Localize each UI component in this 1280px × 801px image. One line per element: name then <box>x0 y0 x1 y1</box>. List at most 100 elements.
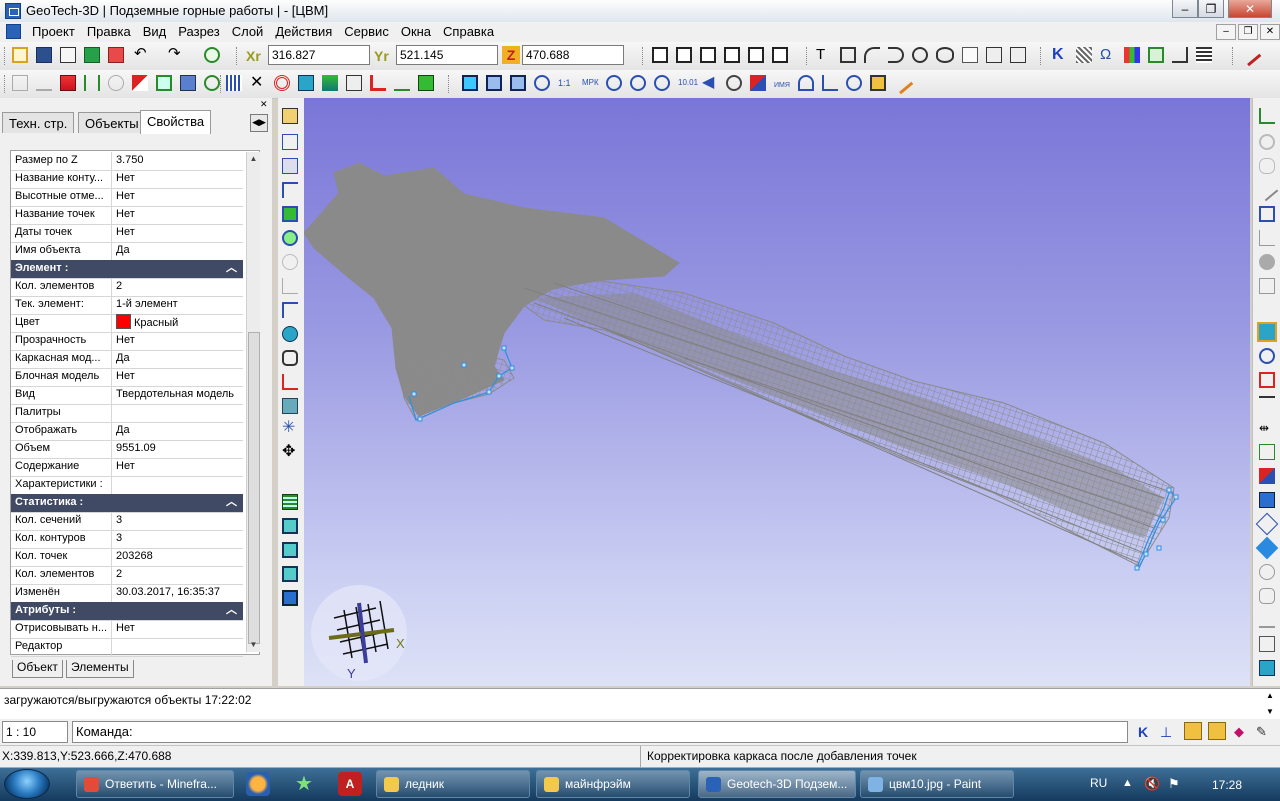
menu-item-0[interactable]: Проект <box>26 24 81 40</box>
taskbar-item[interactable]: Ответить - Minefra... <box>76 770 234 798</box>
property-value[interactable]: Нет <box>111 332 244 350</box>
distance-icon[interactable] <box>1259 396 1275 412</box>
close-button[interactable]: ✕ <box>1228 0 1272 18</box>
split-icon[interactable] <box>346 75 362 91</box>
log-scroll-down-icon[interactable]: ▼ <box>1266 707 1274 716</box>
property-row[interactable]: Отрисовывать н... Нет <box>11 620 243 639</box>
select-rect-icon[interactable] <box>12 75 28 91</box>
layer-icon[interactable] <box>84 47 100 63</box>
rotate-icon[interactable] <box>606 75 622 91</box>
points-icon[interactable] <box>534 75 550 91</box>
perpendicular-snap-icon[interactable]: ⊥ <box>1160 724 1172 741</box>
property-row[interactable]: Отображать Да <box>11 422 243 441</box>
property-value[interactable]: 2 <box>111 278 244 296</box>
property-row[interactable]: Имя объекта Да <box>11 242 243 261</box>
mdi-restore-button[interactable]: ❐ <box>1238 24 1258 40</box>
tab-properties[interactable]: Свойства <box>140 110 212 134</box>
log-scroll-up-icon[interactable]: ▲ <box>1266 691 1274 700</box>
profile-view-icon[interactable] <box>1259 636 1275 652</box>
shade-icon[interactable] <box>1259 254 1275 270</box>
view-cube-left-icon[interactable] <box>700 47 716 63</box>
sphere-wire-icon[interactable] <box>1259 348 1275 364</box>
cube-c-icon[interactable] <box>282 566 298 582</box>
property-group-header[interactable]: Атрибуты : ︿ <box>11 602 243 621</box>
view-cube-top-icon[interactable] <box>748 47 764 63</box>
solid-view-icon[interactable] <box>1257 322 1277 342</box>
circle-tool-icon[interactable] <box>912 47 928 63</box>
green-box-icon[interactable] <box>418 75 434 91</box>
command-input[interactable]: Команда: <box>72 721 1128 743</box>
property-row[interactable]: Содержание Нет <box>11 458 243 477</box>
x-coord-input[interactable]: 316.827 <box>268 45 370 65</box>
scale-field[interactable]: 1 : 10 <box>2 721 68 743</box>
start-button[interactable] <box>4 769 50 799</box>
split-color-icon[interactable] <box>1259 468 1275 484</box>
property-scrollbar[interactable]: ▲ ▼ <box>246 152 260 652</box>
blob-icon[interactable] <box>282 326 298 342</box>
select-active-icon[interactable] <box>462 75 478 91</box>
brush-icon[interactable] <box>890 71 914 95</box>
property-row[interactable]: Цвет Красный <box>11 314 243 333</box>
table-tool-icon[interactable] <box>1010 47 1026 63</box>
plane-icon[interactable] <box>1259 230 1275 246</box>
property-value[interactable]: Красный <box>111 314 244 332</box>
property-value[interactable]: 9551.09 <box>111 440 244 458</box>
cube-d-icon[interactable] <box>282 590 298 606</box>
property-value[interactable]: Нет <box>111 368 244 386</box>
export-icon[interactable] <box>1259 660 1275 676</box>
panel-toggle-icon[interactable]: ◀▶ <box>250 114 268 132</box>
cube-a-icon[interactable] <box>282 518 298 534</box>
cube-blue-icon[interactable] <box>1259 492 1275 508</box>
merge-icon[interactable]: ⇹ <box>1259 420 1275 436</box>
menu-item-5[interactable]: Действия <box>269 24 338 40</box>
flag-icon[interactable]: ⚑ <box>1168 776 1180 792</box>
tab-object[interactable]: Объект <box>12 660 63 678</box>
property-value[interactable]: Нет <box>111 206 244 224</box>
scroll-up-icon[interactable]: ▲ <box>247 152 260 166</box>
measure-icon[interactable] <box>36 75 52 91</box>
delete-mesh-icon[interactable] <box>1259 372 1275 388</box>
fill-area-icon[interactable] <box>282 398 298 414</box>
save-layer-icon[interactable] <box>180 75 196 91</box>
new-file-icon[interactable] <box>12 47 28 63</box>
app-icon[interactable] <box>5 3 21 19</box>
link-icon[interactable] <box>1259 444 1275 460</box>
property-row[interactable]: Кол. контуров 3 <box>11 530 243 549</box>
clock-icon[interactable] <box>204 47 220 63</box>
property-row[interactable]: Кол. сечений 3 <box>11 512 243 531</box>
redo-icon[interactable]: ↷ <box>168 46 184 63</box>
orbit-icon[interactable] <box>1259 134 1275 150</box>
cycle-icon[interactable] <box>846 75 862 91</box>
taskbar-item[interactable]: ледник <box>376 770 530 798</box>
property-value[interactable]: 3 <box>111 530 244 548</box>
collapse-chevron-icon[interactable]: ︿ <box>226 602 237 619</box>
menu-item-7[interactable]: Окна <box>395 24 437 40</box>
menu-item-8[interactable]: Справка <box>437 24 500 40</box>
surface-icon[interactable] <box>298 75 314 91</box>
rectangle-tool-icon[interactable] <box>840 47 856 63</box>
precision-icon[interactable]: 10.01 <box>678 75 698 91</box>
property-value[interactable]: 203268 <box>111 548 244 566</box>
arc-tool-icon[interactable] <box>864 47 880 63</box>
pointer-icon[interactable] <box>282 108 298 124</box>
y-coord-input[interactable]: 521.145 <box>396 45 498 65</box>
tree-icon[interactable] <box>822 75 838 91</box>
dome-icon[interactable] <box>1259 564 1275 580</box>
property-value[interactable]: Да <box>111 350 244 368</box>
tray-expand-icon[interactable]: ▲ <box>1122 777 1133 789</box>
snowflake-icon[interactable]: ✳ <box>282 420 298 436</box>
property-value[interactable] <box>111 476 244 494</box>
node-icon[interactable] <box>798 75 814 91</box>
property-row[interactable]: Прозрачность Нет <box>11 332 243 351</box>
tab-objects[interactable]: Объекты <box>78 112 146 133</box>
menu-item-6[interactable]: Сервис <box>338 24 395 40</box>
property-value[interactable]: Нет <box>111 170 244 188</box>
property-row[interactable]: Объем 9551.09 <box>11 440 243 459</box>
collapse-chevron-icon[interactable]: ︿ <box>226 260 237 277</box>
trace-icon[interactable] <box>282 278 298 294</box>
diamond-wire-icon[interactable] <box>1255 512 1279 536</box>
menu-item-4[interactable]: Слой <box>226 24 270 40</box>
symbol-icon[interactable]: Ω <box>1100 47 1116 63</box>
diamond-snap-icon[interactable]: ◆ <box>1234 724 1244 740</box>
property-row[interactable]: Название конту... Нет <box>11 170 243 189</box>
